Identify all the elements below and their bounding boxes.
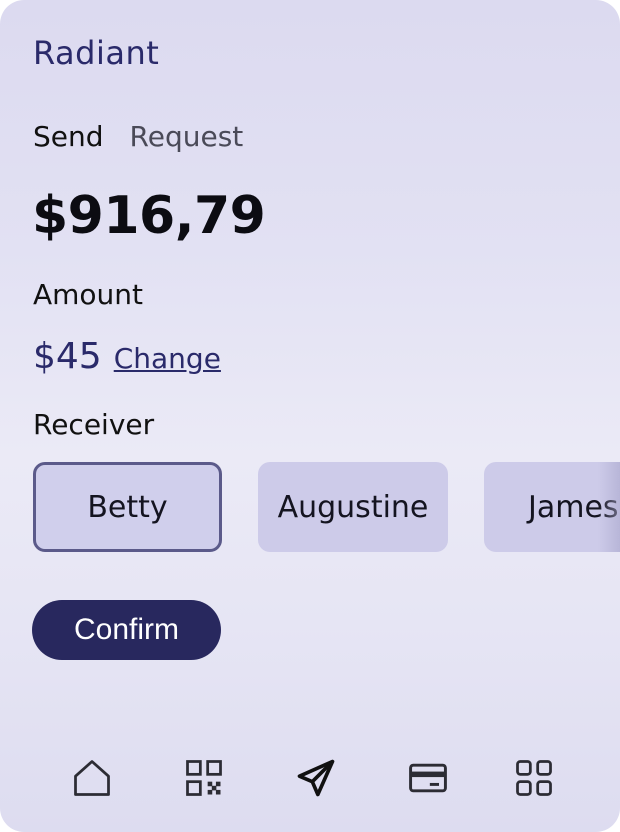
balance-value: $916,79 [32, 186, 266, 246]
mode-tabs: Send Request [33, 120, 243, 153]
change-amount-link[interactable]: Change [114, 342, 221, 375]
nav-card[interactable] [398, 748, 458, 808]
home-icon [74, 760, 110, 796]
nav-send[interactable] [286, 748, 346, 808]
payment-card: Radiant Send Request $916,79 Amount $45 … [0, 0, 620, 832]
send-icon [297, 759, 335, 797]
card-icon [409, 763, 447, 793]
brand-title: Radiant [33, 34, 160, 72]
amount-row: $45 Change [33, 336, 221, 377]
bottom-nav [0, 748, 620, 808]
amount-value: $45 [33, 336, 102, 377]
tab-request[interactable]: Request [130, 120, 244, 153]
receiver-chip-betty[interactable]: Betty [33, 462, 222, 552]
nav-home[interactable] [62, 748, 122, 808]
receiver-chip-james[interactable]: James [484, 462, 620, 552]
grid-icon [516, 760, 552, 796]
nav-qr[interactable] [174, 748, 234, 808]
qr-code-icon [186, 760, 222, 796]
amount-label: Amount [33, 278, 144, 311]
tab-send[interactable]: Send [33, 120, 104, 153]
receiver-chip-augustine[interactable]: Augustine [258, 462, 448, 552]
receiver-label: Receiver [33, 408, 155, 441]
confirm-button[interactable]: Confirm [32, 600, 221, 660]
receiver-list: Betty Augustine James [33, 462, 620, 552]
nav-more[interactable] [504, 748, 564, 808]
